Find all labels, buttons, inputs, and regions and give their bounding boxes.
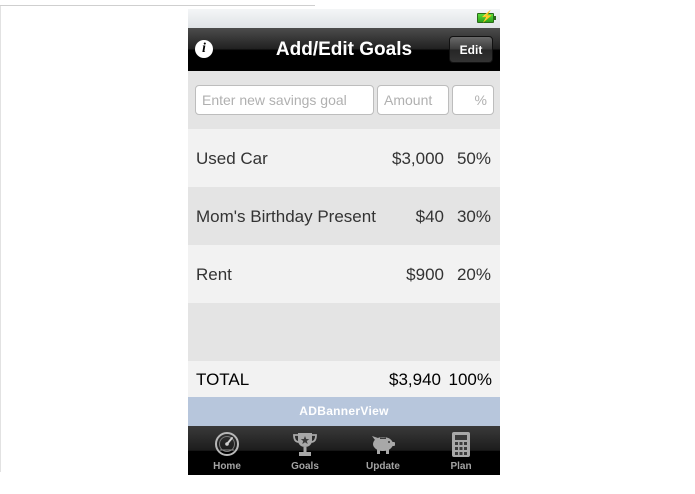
tab-label: Plan [450,461,472,472]
total-amount: $3,940 [389,370,441,389]
navigation-bar: i Add/Edit Goals Edit [188,28,500,71]
goal-amount: $40 [415,207,444,226]
total-label: TOTAL [196,370,250,389]
amount-input[interactable] [377,85,449,115]
empty-goal-row [188,303,500,361]
total-percent: 100% [448,370,492,389]
status-bar: ⚡ [188,9,500,28]
goal-name-input[interactable] [195,85,374,115]
tab-home[interactable]: Home [188,426,266,475]
battery-charging-icon: ⚡ [477,11,496,23]
top-divider-line [0,5,315,6]
left-divider-line [0,6,1,472]
goal-row[interactable]: Used Car $3,000 50% [188,129,500,187]
tab-update[interactable]: Update [344,426,422,475]
goal-name: Rent [196,265,232,284]
goal-row[interactable]: Mom's Birthday Present $40 30% [188,187,500,245]
speedometer-icon [215,432,239,456]
tab-goals[interactable]: Goals [266,426,344,475]
tab-plan[interactable]: Plan [422,426,500,475]
percent-input[interactable] [452,85,494,115]
calculator-icon [452,432,470,457]
goal-percent: 20% [456,265,491,284]
goal-amount: $3,000 [392,149,444,168]
tab-label: Home [213,461,241,472]
trophy-icon [293,433,317,456]
goal-percent: 50% [456,149,491,168]
tab-label: Update [366,461,400,472]
piggy-bank-icon [372,436,395,454]
app-screen: ⚡ i Add/Edit Goals Edit Used Car $3,000 … [188,9,500,475]
goal-percent: 30% [456,207,491,226]
goal-name: Used Car [196,149,268,168]
tab-bar: Home Goals Update Plan [188,426,500,475]
total-row: TOTAL $3,940 100% [188,361,500,397]
goal-row[interactable]: Rent $900 20% [188,245,500,303]
goal-name: Mom's Birthday Present [196,207,376,226]
info-icon[interactable]: i [195,40,213,58]
goal-amount: $900 [406,265,444,284]
edit-button[interactable]: Edit [449,36,493,63]
ad-banner[interactable]: ADBannerView [188,397,500,426]
tab-label: Goals [291,461,319,472]
new-goal-form [188,71,500,129]
page-title: Add/Edit Goals [275,39,413,60]
